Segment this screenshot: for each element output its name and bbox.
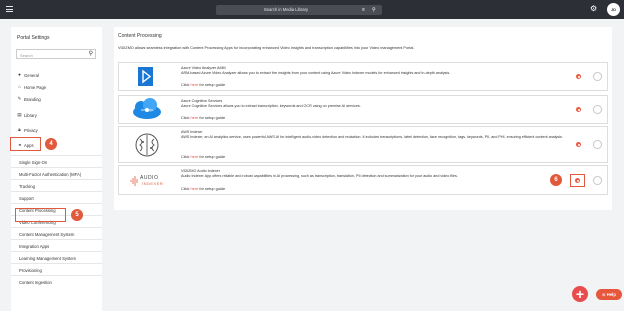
media-search-bar[interactable]: Search in Media Library ≡ ⚲ [216,5,382,15]
sidebar-item-branding[interactable]: ✎ Branding [11,93,102,104]
sidebar-item-library[interactable]: ▤ Library [11,109,102,120]
sidebar-subitem-integration-apps[interactable]: Integration Apps [11,239,102,251]
sidebar-item-label: Privacy [24,127,38,133]
content-processing-panel: Content Processing VIDIZMO allows seamle… [114,27,612,210]
sidebar-search-input[interactable]: Search ⚲ [16,49,96,59]
sidebar-subitem-label: Content Management System [19,232,75,237]
link-suffix: for setup guide [198,82,226,87]
app-name: Azure Cognitive Services [181,99,223,103]
app-name: VIDIZMO Audio Indexer [181,169,220,173]
info-icon: ● [18,72,21,77]
media-search-input[interactable]: Search in Media Library [216,7,356,12]
add-button[interactable]: + [572,286,588,302]
portal-settings-sidebar: Portal Settings Search ⚲ ● General ⌂ Hom… [11,27,102,311]
app-name: AWS Indexer [181,130,203,134]
setup-guide-text: Click here for setup guide [181,115,225,120]
search-icon[interactable]: ⚲ [372,7,376,13]
sidebar-subitem-label: Content Ingestion [19,280,52,285]
sidebar-subitem-label: Support [19,196,34,201]
sidebar-subitem-lms[interactable]: Learning Management System [11,251,102,263]
aws-indexer-brain-logo [119,127,175,162]
sidebar-subitem-label: Tracking [19,184,35,189]
setup-guide-text: Click here for setup guide [181,154,225,159]
sidebar-item-home-page[interactable]: ⌂ Home Page [11,81,102,92]
step-badge-6: 6 [550,174,562,186]
sidebar-subitem-label: Provisioning [19,268,42,273]
app-description: ARM-based Azure Video Analyzer allows yo… [181,71,451,75]
enable-toggle[interactable] [593,176,602,185]
sidebar-subitem-label: Integration Apps [19,244,50,249]
menu-icon[interactable] [6,6,13,12]
user-avatar[interactable]: JD [607,3,620,16]
app-description: AWS Indexer, an AI analytics service, us… [181,135,563,139]
sidebar-subitem-single-sign-on[interactable]: Single Sign-On [11,155,102,167]
gear-icon[interactable] [575,178,580,183]
sidebar-item-label: Branding [24,96,41,102]
app-card-aws-indexer: AWS Indexer AWS Indexer, an AI analytics… [118,126,608,163]
filter-icon[interactable]: ≡ [362,7,365,13]
page-title: Content Processing [118,33,162,39]
audio-indexer-logo: AUDIO INDEXER [119,166,175,194]
azure-cognitive-services-logo [119,96,175,123]
link-prefix: Click [181,82,191,87]
sidebar-subitem-tracking[interactable]: Tracking [11,179,102,191]
app-description: Azure Cognitive Services allows you to e… [181,104,361,108]
audio-indexer-logo-subtext: INDEXER [142,181,164,186]
content-processing-highlight-box [15,208,66,222]
enable-toggle[interactable] [593,72,602,81]
sidebar-item-label: Home Page [24,84,47,90]
app-name: Azure Video Analyzer AMM [181,66,226,70]
sidebar-subitem-content-ingestion[interactable]: Content Ingestion [11,275,102,287]
sidebar-subitem-provisioning[interactable]: Provisioning [11,263,102,275]
gear-icon[interactable] [576,74,581,79]
step-badge-5: 5 [71,209,83,221]
azure-video-analyzer-logo [119,63,175,90]
setup-guide-text: Click here for setup guide [181,82,225,87]
sidebar-subitem-label: Learning Management System [19,256,77,261]
sidebar-title: Portal Settings [17,35,50,41]
gear-icon[interactable] [576,142,581,147]
sidebar-subitem-cms[interactable]: Content Management System [11,227,102,239]
sidebar-item-privacy[interactable]: 🔒︎ Privacy [11,124,102,135]
link-prefix: Click [181,115,191,120]
sidebar-item-label: General [24,72,39,78]
top-bar: Search in Media Library ≡ ⚲ ⚙ JD [0,0,624,19]
link-suffix: for setup guide [198,115,226,120]
link-prefix: Click [181,154,191,159]
help-label: Help [606,292,616,297]
enable-toggle[interactable] [593,140,602,149]
link-prefix: Click [181,186,191,191]
library-icon: ▤ [17,112,22,117]
sidebar-item-label: Library [24,112,37,118]
app-card-azure-cognitive-services: Azure Cognitive Services Azure Cognitive… [118,95,608,124]
sidebar-search-placeholder: Search [20,52,33,58]
settings-gear-icon[interactable]: ⚙ [590,4,597,14]
home-icon: ⌂ [18,84,21,89]
app-description: Audio Indexer App offers reliable and ro… [181,174,458,178]
page-description: VIDIZMO allows seamless integration with… [118,46,415,50]
sidebar-subitem-label: Single Sign-On [19,160,48,165]
link-suffix: for setup guide [198,186,226,191]
app-card-azure-video-analyzer: Azure Video Analyzer AMM ARM-based Azure… [118,62,608,91]
gear-icon[interactable] [576,107,581,112]
enable-toggle[interactable] [593,105,602,114]
sidebar-subitem-support[interactable]: Support [11,191,102,203]
lock-icon: 🔒︎ [18,127,21,132]
sidebar-subitem-mfa[interactable]: Multi-Factor Authentication (MFA) [11,167,102,179]
branding-icon: ✎ [17,96,22,101]
apps-highlight-box [10,137,41,151]
app-card-vidizmo-audio-indexer: AUDIO INDEXER VIDIZMO Audio Indexer Audi… [118,165,608,195]
help-button[interactable]: ⊙ Help [596,289,622,300]
search-icon[interactable]: ⚲ [89,51,93,58]
sidebar-item-general[interactable]: ● General [11,69,102,80]
setup-guide-text: Click here for setup guide [181,186,225,191]
step-badge-4: 4 [45,138,57,150]
link-suffix: for setup guide [198,154,226,159]
sidebar-subitem-label: Multi-Factor Authentication (MFA) [19,172,82,177]
